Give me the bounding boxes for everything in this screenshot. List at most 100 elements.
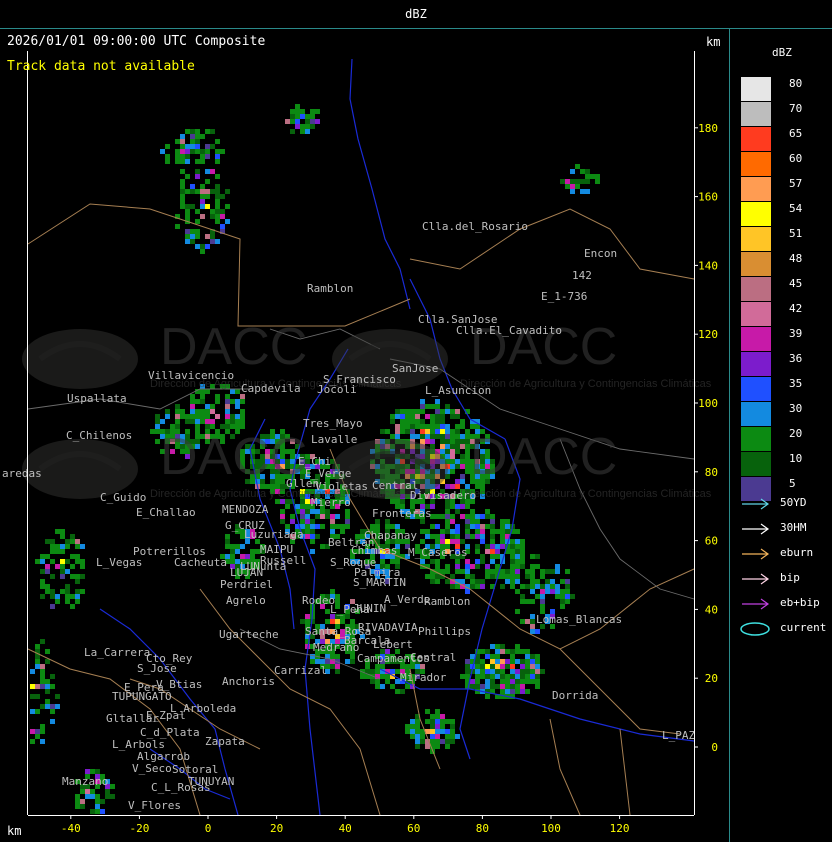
echo-cell [460, 439, 465, 444]
echo-cell [450, 519, 455, 524]
echo-cell [500, 689, 505, 694]
legend-item: 36 [741, 352, 802, 376]
echo-cell [450, 454, 455, 459]
echo-cell [425, 439, 430, 444]
echo-cell [195, 409, 200, 414]
echo-cell [60, 574, 65, 579]
echo-cell [420, 734, 425, 739]
echo-cell [475, 664, 480, 669]
echo-cell [410, 429, 415, 434]
echo-cell [375, 684, 380, 689]
place-label: Ramblon [307, 282, 353, 295]
echo-cell [445, 424, 450, 429]
echo-cell [460, 579, 465, 584]
echo-cell [50, 589, 55, 594]
echo-cell [540, 584, 545, 589]
echo-cell [465, 564, 470, 569]
echo-cell [415, 419, 420, 424]
echo-cell [310, 534, 315, 539]
echo-cell [55, 549, 60, 554]
echo-cell [495, 549, 500, 554]
echo-cell [445, 439, 450, 444]
echo-cell [480, 674, 485, 679]
echo-cell [455, 524, 460, 529]
echo-cell [440, 739, 445, 744]
echo-cell [550, 584, 555, 589]
echo-cell [395, 409, 400, 414]
echo-cell [555, 564, 560, 569]
echo-cell [495, 644, 500, 649]
echo-cell [430, 524, 435, 529]
echo-cell [200, 244, 205, 249]
place-label: Ugarteche [219, 628, 279, 641]
place-label: Manzano [62, 775, 108, 788]
echo-cell [555, 584, 560, 589]
echo-cell [225, 539, 230, 544]
echo-cell [500, 669, 505, 674]
echo-cell [450, 444, 455, 449]
echo-cell [570, 594, 575, 599]
echo-cell [360, 674, 365, 679]
echo-cell [240, 409, 245, 414]
echo-cell [455, 429, 460, 434]
echo-cell [530, 664, 535, 669]
echo-cell [280, 509, 285, 514]
echo-cell [400, 414, 405, 419]
echo-cell [180, 409, 185, 414]
echo-cell [435, 719, 440, 724]
echo-cell [490, 529, 495, 534]
echo-cell [235, 404, 240, 409]
echo-cell [215, 209, 220, 214]
echo-cell [545, 579, 550, 584]
echo-cell [165, 154, 170, 159]
echo-cell [55, 594, 60, 599]
timestamp-label: 2026/01/01 09:00:00 UTC Composite [7, 34, 266, 49]
echo-cell [490, 664, 495, 669]
echo-cell [175, 404, 180, 409]
legend-item: 35 [741, 377, 802, 401]
x-unit-label: km [7, 824, 22, 838]
track-legend-label: eb+bip [780, 596, 820, 609]
echo-cell [35, 684, 40, 689]
echo-cell [70, 574, 75, 579]
echo-cell [445, 429, 450, 434]
echo-cell [500, 569, 505, 574]
echo-cell [445, 409, 450, 414]
echo-cell [70, 604, 75, 609]
echo-cell [430, 434, 435, 439]
echo-cell [185, 234, 190, 239]
echo-cell [490, 524, 495, 529]
echo-cell [345, 659, 350, 664]
echo-cell [470, 579, 475, 584]
boundary-path [619, 728, 631, 816]
echo-cell [560, 589, 565, 594]
arrow-icon [742, 498, 770, 510]
legend-swatch [741, 227, 771, 251]
echo-cell [475, 579, 480, 584]
echo-cell [345, 524, 350, 529]
echo-cell [380, 684, 385, 689]
echo-cell [215, 194, 220, 199]
echo-cell [405, 414, 410, 419]
echo-cell [405, 684, 410, 689]
echo-cell [510, 689, 515, 694]
echo-cell [465, 674, 470, 679]
echo-cell [405, 724, 410, 729]
echo-cell [415, 409, 420, 414]
echo-cell [290, 514, 295, 519]
place-label: Perdriel [220, 578, 273, 591]
echo-cell [45, 699, 50, 704]
echo-cell [505, 664, 510, 669]
echo-cell [480, 649, 485, 654]
echo-cell [505, 684, 510, 689]
radar-plot[interactable]: DACC Dirección de Agricultura y Contingen… [0, 29, 730, 842]
echo-cell [190, 409, 195, 414]
echo-cell [435, 709, 440, 714]
radar-map[interactable]: DACC Dirección de Agricultura y Contingen… [0, 29, 729, 842]
echo-cell [565, 594, 570, 599]
echo-cell [475, 674, 480, 679]
place-label: Fronteras [372, 507, 432, 520]
legend-swatch [741, 402, 771, 426]
echo-cell [495, 654, 500, 659]
watermark-group: DACC Dirección de Agricultura y Contingen… [22, 318, 712, 500]
